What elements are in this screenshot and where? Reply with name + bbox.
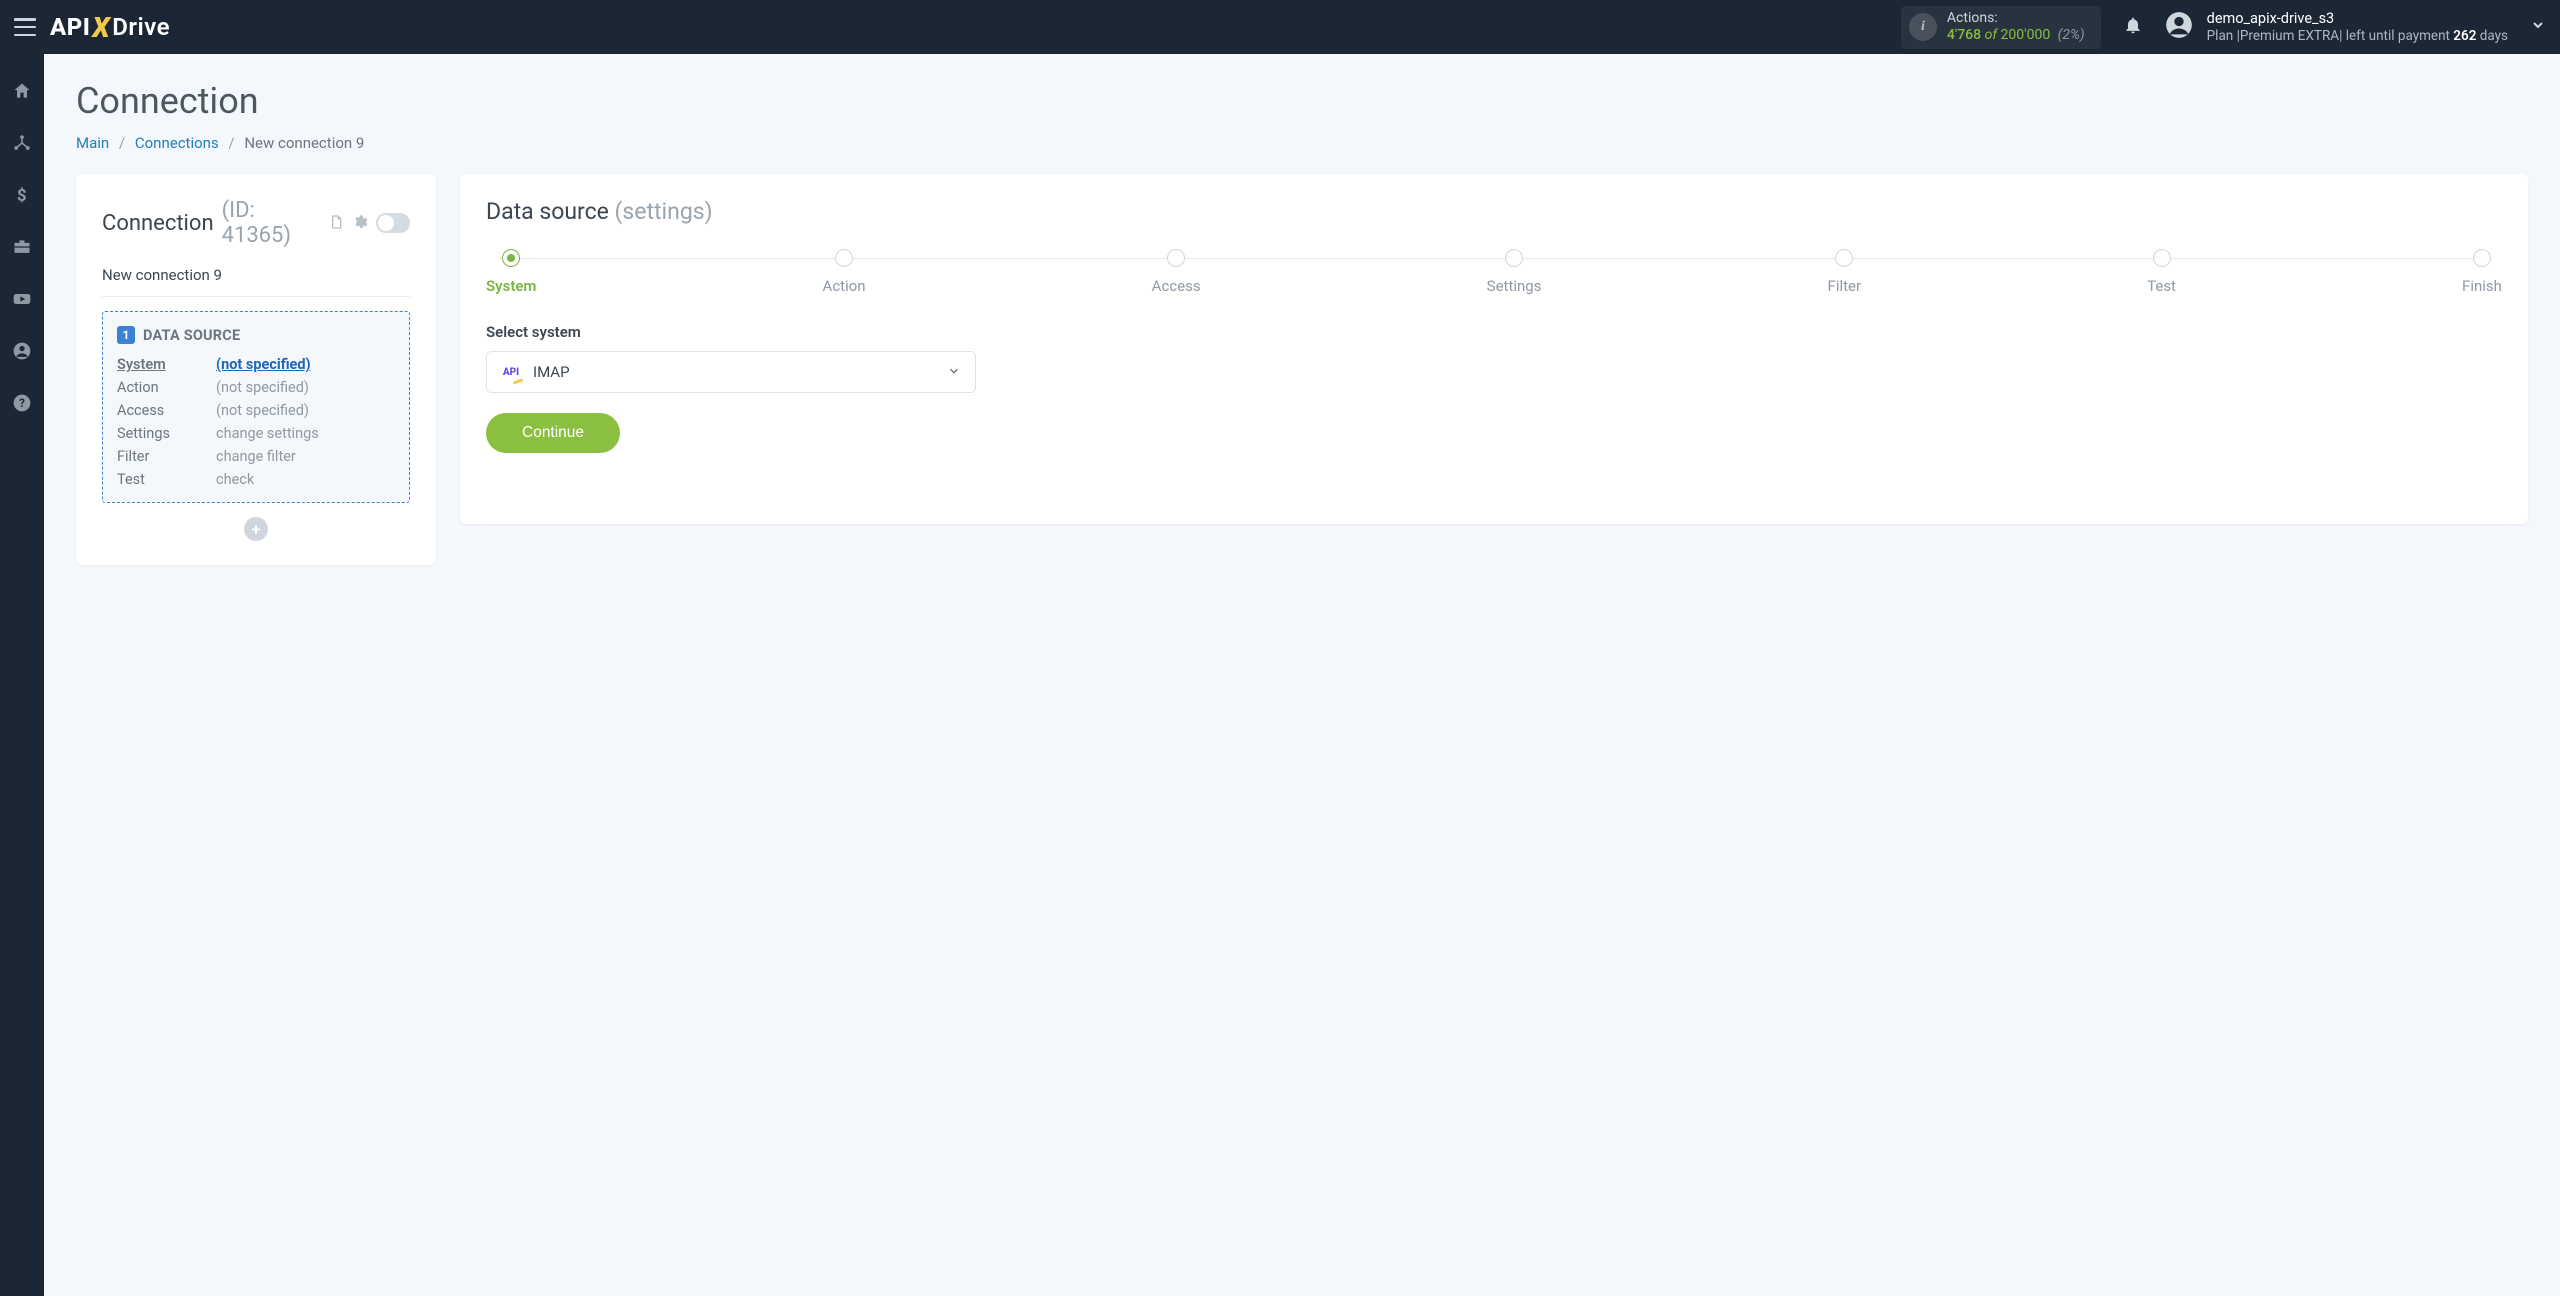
step-dot — [502, 249, 520, 267]
nav-home[interactable] — [0, 76, 44, 106]
gear-icon[interactable] — [352, 211, 368, 236]
actions-chip[interactable]: i Actions: 4'768 of 200'000 (2%) — [1901, 6, 2101, 49]
step-dot — [2153, 249, 2171, 267]
plan-line: Plan |Premium EXTRA| left until payment … — [2207, 28, 2508, 45]
datasource-row-value: change settings — [216, 425, 395, 442]
brand-api: API — [50, 13, 90, 41]
connection-id: (ID: 41365) — [222, 198, 320, 248]
step-finish[interactable]: Finish — [2462, 249, 2502, 295]
api-icon: API — [501, 362, 521, 382]
step-label: Filter — [1828, 277, 1862, 295]
datasource-row-value: change filter — [216, 448, 395, 465]
datasource-settings-card: Data source (settings) System Action Acces… — [460, 174, 2528, 524]
step-filter[interactable]: Filter — [1828, 249, 1862, 295]
step-label: Action — [823, 277, 866, 295]
user-text: demo_apix-drive_s3 Plan |Premium EXTRA| … — [2207, 10, 2508, 45]
step-dot — [1835, 249, 1853, 267]
connection-label: Connection — [102, 211, 214, 236]
step-label: System — [486, 277, 536, 295]
brand-x: X — [92, 11, 110, 44]
actions-values: 4'768 of 200'000 (2%) — [1947, 27, 2085, 45]
actions-label: Actions: — [1947, 10, 2085, 28]
app-header: APIXDrive i Actions: 4'768 of 200'000 (2… — [0, 0, 2560, 54]
crumb-connections[interactable]: Connections — [135, 134, 219, 152]
user-menu[interactable]: demo_apix-drive_s3 Plan |Premium EXTRA| … — [2165, 10, 2508, 45]
step-label: Finish — [2462, 277, 2502, 295]
user-name: demo_apix-drive_s3 — [2207, 10, 2508, 28]
step-dot — [1167, 249, 1185, 267]
crumb-main[interactable]: Main — [76, 134, 109, 152]
select-system-dropdown[interactable]: API IMAP — [486, 351, 976, 393]
datasource-row-value[interactable]: (not specified) — [216, 356, 395, 373]
select-system-value: IMAP — [533, 363, 570, 381]
sidebar: $ ? — [0, 54, 44, 1296]
datasource-row-key: Filter — [117, 448, 202, 465]
step-label: Settings — [1487, 277, 1542, 295]
step-settings[interactable]: Settings — [1487, 249, 1542, 295]
nav-billing[interactable]: $ — [0, 180, 44, 210]
avatar-icon — [2165, 11, 2193, 43]
datasource-title: DATA SOURCE — [143, 327, 240, 344]
step-dot — [2473, 249, 2491, 267]
datasource-row-value: (not specified) — [216, 402, 395, 419]
step-access[interactable]: Access — [1152, 249, 1201, 295]
menu-toggle[interactable] — [14, 18, 36, 36]
crumb-current: New connection 9 — [244, 134, 364, 152]
header-right: i Actions: 4'768 of 200'000 (2%) demo_ap… — [1901, 6, 2546, 49]
connection-toggle[interactable] — [376, 213, 410, 233]
datasource-box: 1 DATA SOURCE System (not specified) Actio… — [102, 311, 410, 503]
datasource-row-value: (not specified) — [216, 379, 395, 396]
datasource-row-key: Action — [117, 379, 202, 396]
step-dot — [835, 249, 853, 267]
nav-help[interactable]: ? — [0, 388, 44, 418]
svg-text:$: $ — [17, 187, 27, 205]
step-dot — [1505, 249, 1523, 267]
step-system[interactable]: System — [486, 249, 536, 295]
select-system-label: Select system — [486, 323, 2502, 341]
nav-connections[interactable] — [0, 128, 44, 158]
connection-head: Connection (ID: 41365) — [102, 198, 410, 248]
datasource-header: 1 DATA SOURCE — [117, 326, 395, 344]
step-label: Test — [2147, 277, 2176, 295]
datasource-settings-title: Data source (settings) — [486, 198, 2502, 225]
nav-briefcase[interactable] — [0, 232, 44, 262]
connection-name: New connection 9 — [102, 266, 410, 297]
main-content: Connection Main / Connections / New conn… — [44, 54, 2560, 1296]
connection-card: Connection (ID: 41365) New connection 9 … — [76, 174, 436, 565]
breadcrumb: Main / Connections / New connection 9 — [76, 134, 2528, 152]
svg-text:?: ? — [19, 396, 25, 410]
nav-video[interactable] — [0, 284, 44, 314]
datasource-row-value: check — [216, 471, 395, 488]
step-action[interactable]: Action — [823, 249, 866, 295]
stepper: System Action Access Settings Filter Test Fini… — [486, 249, 2502, 295]
add-button[interactable]: + — [244, 517, 268, 541]
actions-text: Actions: 4'768 of 200'000 (2%) — [1947, 10, 2085, 45]
document-icon[interactable] — [328, 211, 344, 236]
brand-logo[interactable]: APIXDrive — [50, 11, 170, 44]
datasource-grid: System (not specified) Action (not specifie… — [117, 356, 395, 488]
content-row: Connection (ID: 41365) New connection 9 … — [76, 174, 2528, 565]
nav-account[interactable] — [0, 336, 44, 366]
notifications-icon[interactable] — [2123, 15, 2143, 39]
chevron-down-icon — [947, 363, 961, 382]
datasource-row-key: Settings — [117, 425, 202, 442]
step-label: Access — [1152, 277, 1201, 295]
datasource-row-key: Test — [117, 471, 202, 488]
step-test[interactable]: Test — [2147, 249, 2176, 295]
chevron-down-icon[interactable] — [2530, 17, 2546, 37]
datasource-row-key[interactable]: System — [117, 356, 202, 373]
page-title: Connection — [76, 80, 2528, 122]
datasource-badge: 1 — [117, 326, 135, 344]
brand-drive: Drive — [112, 13, 170, 41]
continue-button[interactable]: Continue — [486, 413, 620, 453]
datasource-row-key: Access — [117, 402, 202, 419]
info-icon: i — [1909, 13, 1937, 41]
